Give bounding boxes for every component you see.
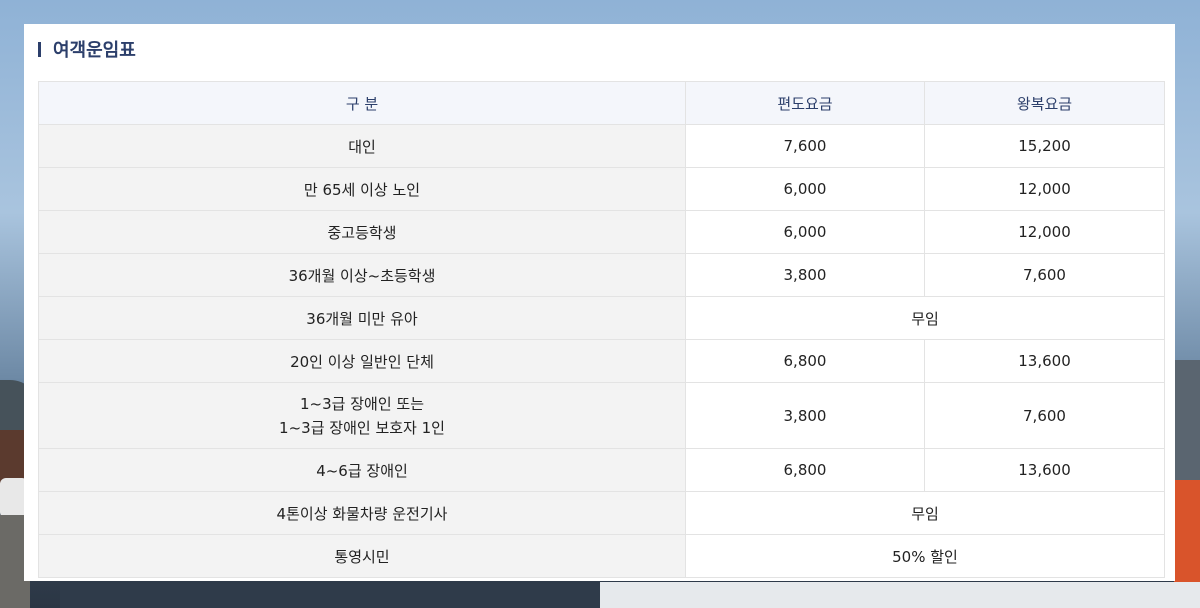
table-row: 4톤이상 화물차량 운전기사 무임 [38, 491, 1165, 535]
row-round-trip: 12,000 [924, 167, 1165, 211]
row-category: 1~3급 장애인 또는 1~3급 장애인 보호자 1인 [38, 382, 686, 449]
section-title: 여객운임표 [53, 40, 136, 61]
table-row: 36개월 이상~초등학생 3,800 7,600 [38, 253, 1165, 297]
row-category-line-2: 1~3급 장애인 보호자 1인 [279, 418, 445, 437]
row-round-trip: 7,600 [924, 253, 1165, 297]
header-one-way: 편도요금 [685, 81, 925, 125]
background-ship-hull [60, 584, 600, 608]
row-category: 36개월 미만 유아 [38, 296, 686, 340]
row-category: 4~6급 장애인 [38, 448, 686, 492]
row-merged-fare: 무임 [685, 491, 1165, 535]
table-row: 통영시민 50% 할인 [38, 534, 1165, 578]
table-row: 중고등학생 6,000 12,000 [38, 210, 1165, 254]
table-row: 20인 이상 일반인 단체 6,800 13,600 [38, 339, 1165, 383]
row-one-way: 3,800 [685, 253, 925, 297]
row-category-line-1: 1~3급 장애인 또는 [300, 394, 424, 413]
fare-table: 구 분 편도요금 왕복요금 대인 7,600 15,200 만 65세 이상 노… [38, 81, 1165, 578]
row-category: 20인 이상 일반인 단체 [38, 339, 686, 383]
row-category: 중고등학생 [38, 210, 686, 254]
row-one-way: 3,800 [685, 382, 925, 449]
row-round-trip: 15,200 [924, 124, 1165, 168]
table-row: 4~6급 장애인 6,800 13,600 [38, 448, 1165, 492]
row-category: 36개월 이상~초등학생 [38, 253, 686, 297]
table-row: 1~3급 장애인 또는 1~3급 장애인 보호자 1인 3,800 7,600 [38, 382, 1165, 449]
table-row: 36개월 미만 유아 무임 [38, 296, 1165, 340]
row-category: 만 65세 이상 노인 [38, 167, 686, 211]
row-one-way: 7,600 [685, 124, 925, 168]
table-row: 만 65세 이상 노인 6,000 12,000 [38, 167, 1165, 211]
header-round-trip: 왕복요금 [924, 81, 1165, 125]
row-category: 통영시민 [38, 534, 686, 578]
section-header: 여객운임표 [38, 37, 136, 61]
fare-card: 여객운임표 구 분 편도요금 왕복요금 대인 7,600 15,200 만 65… [24, 24, 1175, 581]
row-merged-fare: 무임 [685, 296, 1165, 340]
row-one-way: 6,800 [685, 339, 925, 383]
row-one-way: 6,000 [685, 210, 925, 254]
background-ship [600, 582, 1200, 608]
row-category: 4톤이상 화물차량 운전기사 [38, 491, 686, 535]
table-row: 대인 7,600 15,200 [38, 124, 1165, 168]
row-merged-fare: 50% 할인 [685, 534, 1165, 578]
row-round-trip: 7,600 [924, 382, 1165, 449]
row-round-trip: 12,000 [924, 210, 1165, 254]
row-one-way: 6,800 [685, 448, 925, 492]
row-category: 대인 [38, 124, 686, 168]
table-header-row: 구 분 편도요금 왕복요금 [38, 81, 1165, 125]
title-accent-bar [38, 41, 41, 57]
row-round-trip: 13,600 [924, 448, 1165, 492]
row-round-trip: 13,600 [924, 339, 1165, 383]
header-category: 구 분 [38, 81, 686, 125]
row-one-way: 6,000 [685, 167, 925, 211]
